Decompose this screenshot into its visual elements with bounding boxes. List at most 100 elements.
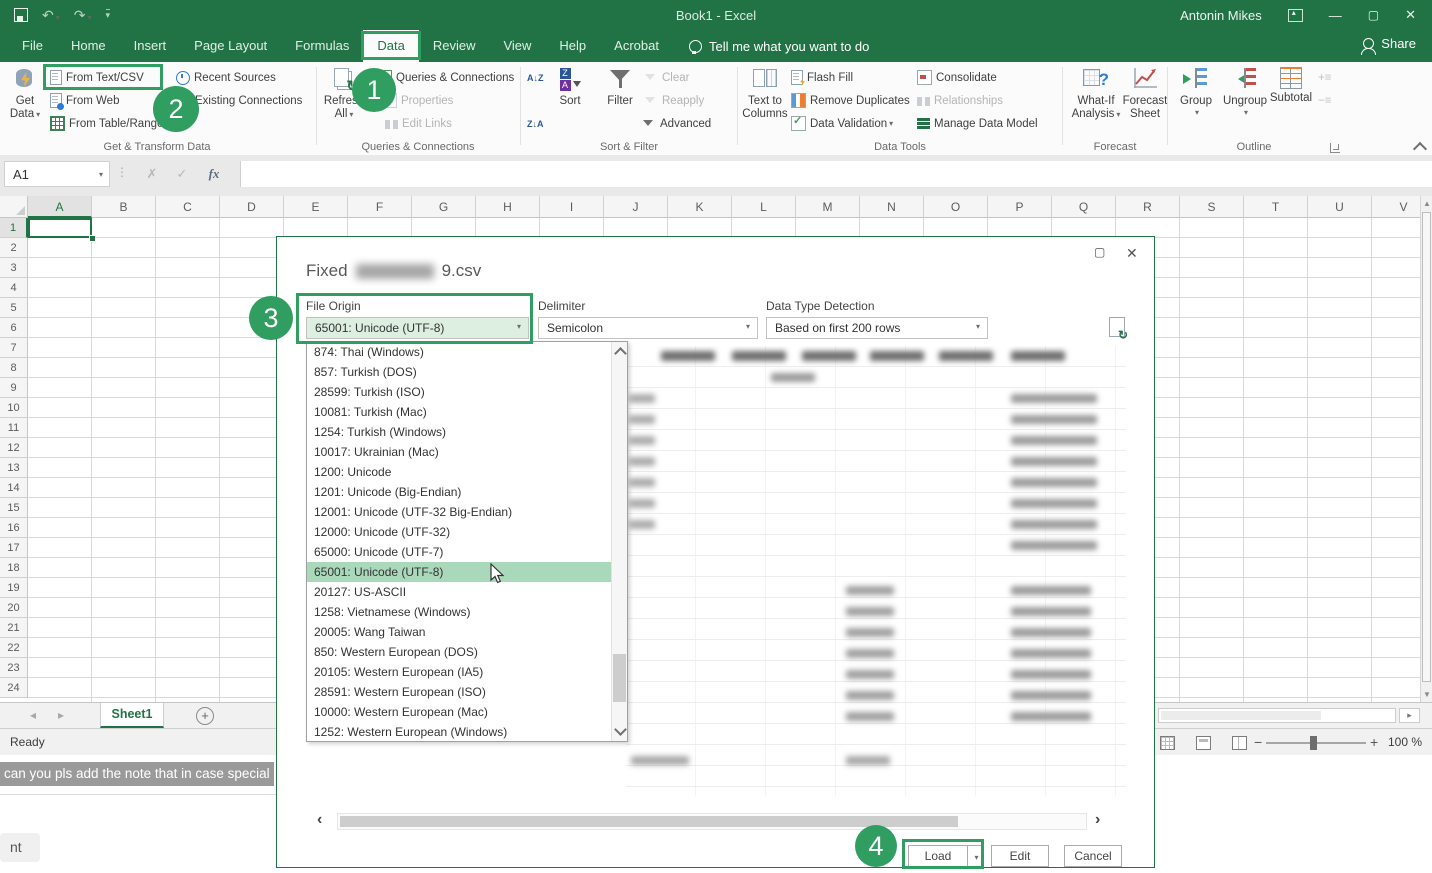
data-type-detection-select[interactable]: Based on first 200 rows ▾ <box>766 317 988 339</box>
filter-button[interactable]: Filter <box>599 65 641 150</box>
row-header-15[interactable]: 15 <box>0 498 28 518</box>
undo-icon[interactable]: ↶▾ <box>42 7 60 24</box>
encoding-option[interactable]: 28599: Turkish (ISO) <box>307 382 611 402</box>
column-header-d[interactable]: D <box>220 196 284 218</box>
refresh-preview-icon[interactable] <box>1109 317 1125 337</box>
column-header-q[interactable]: Q <box>1052 196 1116 218</box>
row-header-10[interactable]: 10 <box>0 398 28 418</box>
column-header-p[interactable]: P <box>988 196 1052 218</box>
column-header-t[interactable]: T <box>1244 196 1308 218</box>
column-header-o[interactable]: O <box>924 196 988 218</box>
encoding-option[interactable]: 850: Western European (DOS) <box>307 642 611 662</box>
preview-horizontal-scrollbar[interactable] <box>337 813 1087 830</box>
row-header-24[interactable]: 24 <box>0 678 28 698</box>
get-data-button[interactable]: Get Data▾ <box>4 65 46 150</box>
from-web-button[interactable]: From Web <box>50 90 119 111</box>
advanced-filter-button[interactable]: Advanced <box>643 113 711 134</box>
preview-scrollbar-thumb[interactable] <box>340 816 958 827</box>
column-header-v[interactable]: V <box>1372 196 1420 218</box>
page-break-view-icon[interactable] <box>1232 736 1247 750</box>
column-header-s[interactable]: S <box>1180 196 1244 218</box>
encoding-option[interactable]: 1252: Western European (Windows) <box>307 722 611 742</box>
redo-icon[interactable]: ↷▾ <box>74 7 92 24</box>
minimize-button[interactable]: — <box>1329 8 1342 23</box>
ribbon-display-options-icon[interactable] <box>1288 9 1303 22</box>
ribbon-tab-insert[interactable]: Insert <box>120 30 181 62</box>
row-header-12[interactable]: 12 <box>0 438 28 458</box>
column-header-g[interactable]: G <box>412 196 476 218</box>
column-header-k[interactable]: K <box>668 196 732 218</box>
encoding-option[interactable]: 20105: Western European (IA5) <box>307 662 611 682</box>
vertical-scrollbar-thumb[interactable] <box>1422 212 1431 682</box>
row-header-22[interactable]: 22 <box>0 638 28 658</box>
page-layout-view-icon[interactable] <box>1196 736 1211 750</box>
zoom-out-icon[interactable]: − <box>1254 734 1262 750</box>
scroll-down-icon[interactable]: ▼ <box>1423 690 1431 699</box>
zoom-slider-handle[interactable] <box>1310 736 1317 750</box>
sort-button[interactable]: ZA Sort <box>551 65 589 150</box>
encoding-option[interactable]: 1201: Unicode (Big-Endian) <box>307 482 611 502</box>
next-sheet-icon[interactable]: ▸ <box>58 708 64 722</box>
column-header-j[interactable]: J <box>604 196 668 218</box>
column-header-m[interactable]: M <box>796 196 860 218</box>
formula-input[interactable] <box>240 161 1432 187</box>
save-icon[interactable] <box>14 8 28 22</box>
column-header-f[interactable]: F <box>348 196 412 218</box>
new-sheet-button[interactable]: + <box>196 707 214 725</box>
encoding-option[interactable]: 65001: Unicode (UTF-8) <box>307 562 611 582</box>
encoding-option[interactable]: 1200: Unicode <box>307 462 611 482</box>
scroll-right-icon[interactable]: ▸ <box>1399 708 1420 723</box>
ribbon-tab-view[interactable]: View <box>489 30 545 62</box>
encoding-option[interactable]: 12001: Unicode (UTF-32 Big-Endian) <box>307 502 611 522</box>
ribbon-tab-file[interactable]: File <box>8 30 57 62</box>
flash-fill-button[interactable]: Flash Fill <box>791 67 853 88</box>
manage-data-model-button[interactable]: Manage Data Model <box>917 113 1038 134</box>
queries-connections-button[interactable]: Queries & Connections <box>380 67 514 88</box>
row-header-3[interactable]: 3 <box>0 258 28 278</box>
sheet-tab-sheet1[interactable]: Sheet1 <box>100 703 164 728</box>
row-header-6[interactable]: 6 <box>0 318 28 338</box>
column-header-a[interactable]: A <box>28 196 92 218</box>
row-header-19[interactable]: 19 <box>0 578 28 598</box>
vertical-scrollbar[interactable]: ▲ ▼ <box>1420 196 1432 703</box>
encoding-option[interactable]: 857: Turkish (DOS) <box>307 362 611 382</box>
encoding-option[interactable]: 28591: Western European (ISO) <box>307 682 611 702</box>
dialog-close-button[interactable]: ✕ <box>1126 245 1138 262</box>
column-header-u[interactable]: U <box>1308 196 1372 218</box>
dropdown-scrollbar-thumb[interactable] <box>613 654 626 702</box>
encoding-option[interactable]: 874: Thai (Windows) <box>307 342 611 362</box>
zoom-level[interactable]: 100 % <box>1388 735 1422 749</box>
dropdown-scrollbar[interactable] <box>611 342 627 741</box>
customize-qat-icon[interactable]: ▾ <box>106 9 111 21</box>
normal-view-icon[interactable] <box>1160 736 1175 750</box>
outline-dialog-launcher-icon[interactable] <box>1330 143 1340 153</box>
encoding-option[interactable]: 10000: Western European (Mac) <box>307 702 611 722</box>
scroll-down-icon[interactable] <box>614 723 627 736</box>
scroll-up-icon[interactable]: ▲ <box>1423 199 1431 208</box>
selected-cell-a1[interactable] <box>28 218 92 238</box>
delimiter-select[interactable]: Semicolon ▾ <box>538 317 758 339</box>
what-if-analysis-button[interactable]: What-If Analysis▾ <box>1068 65 1124 150</box>
formula-bar-grip[interactable]: ⋮ <box>116 165 129 179</box>
ribbon-tab-home[interactable]: Home <box>57 30 120 62</box>
tell-me-box[interactable]: Tell me what you want to do <box>689 30 869 62</box>
row-header-17[interactable]: 17 <box>0 538 28 558</box>
data-validation-button[interactable]: Data Validation ▾ <box>791 113 893 134</box>
row-header-20[interactable]: 20 <box>0 598 28 618</box>
row-header-11[interactable]: 11 <box>0 418 28 438</box>
column-header-r[interactable]: R <box>1116 196 1180 218</box>
row-header-2[interactable]: 2 <box>0 238 28 258</box>
column-header-c[interactable]: C <box>156 196 220 218</box>
edit-button[interactable]: Edit <box>991 845 1049 867</box>
name-box[interactable]: A1▾ <box>4 161 110 187</box>
row-header-1[interactable]: 1 <box>0 218 28 238</box>
zoom-in-icon[interactable]: + <box>1370 734 1378 750</box>
row-header-23[interactable]: 23 <box>0 658 28 678</box>
encoding-option[interactable]: 20005: Wang Taiwan <box>307 622 611 642</box>
ribbon-tab-page-layout[interactable]: Page Layout <box>180 30 281 62</box>
column-header-i[interactable]: I <box>540 196 604 218</box>
encoding-option[interactable]: 1254: Turkish (Windows) <box>307 422 611 442</box>
encoding-option[interactable]: 12000: Unicode (UTF-32) <box>307 522 611 542</box>
column-header-l[interactable]: L <box>732 196 796 218</box>
column-header-b[interactable]: B <box>92 196 156 218</box>
